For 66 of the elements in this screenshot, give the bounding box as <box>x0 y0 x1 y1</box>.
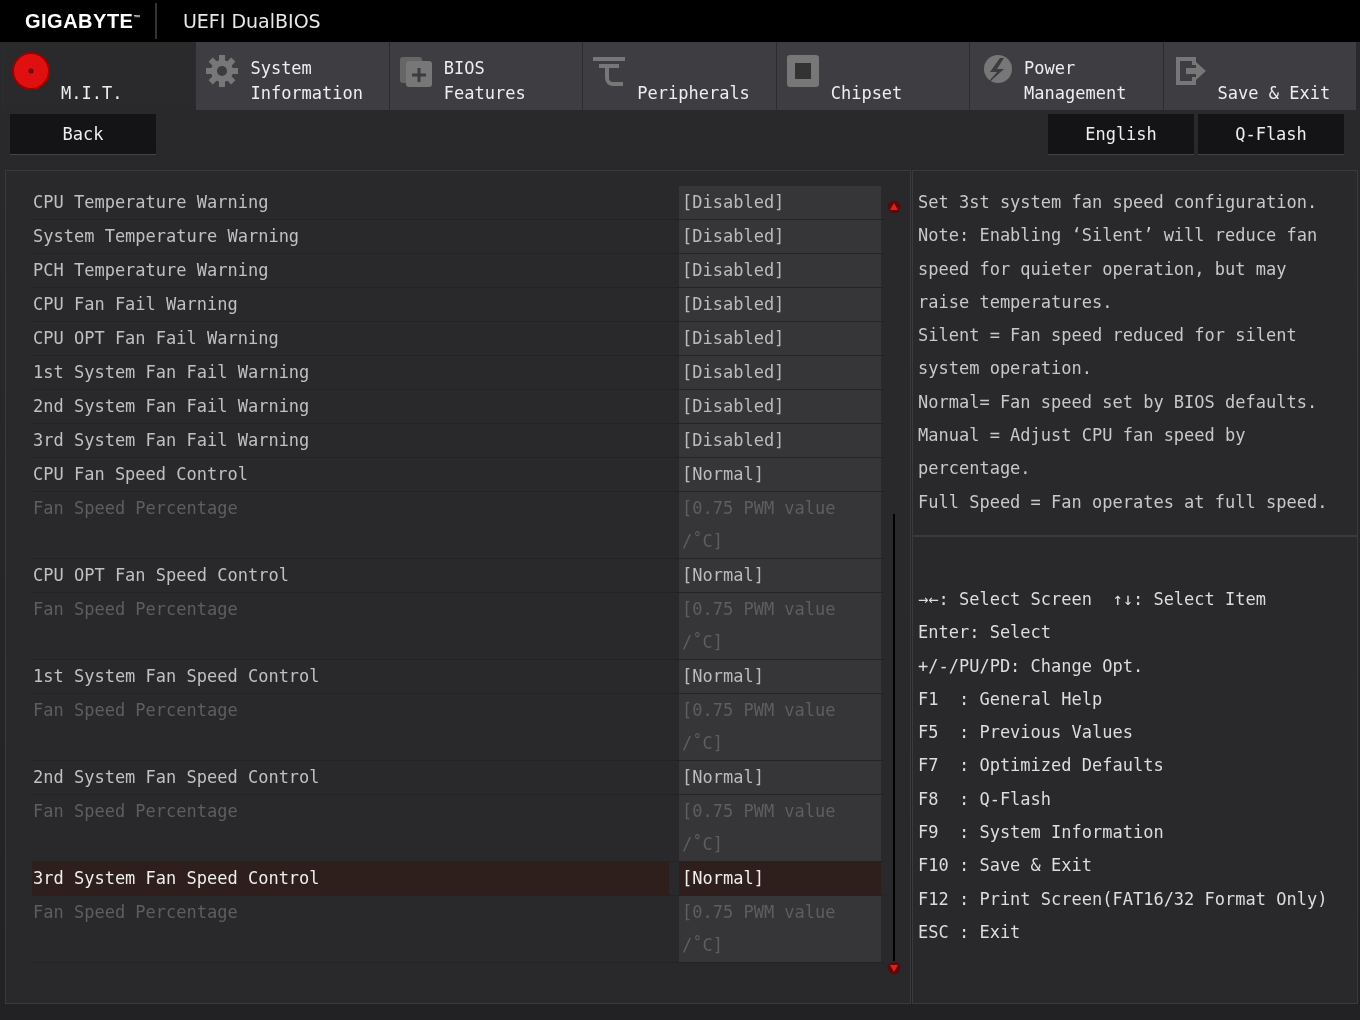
setting-value[interactable]: [Disabled] <box>679 220 881 253</box>
scroll-down-icon[interactable] <box>887 961 901 975</box>
setting-label[interactable]: CPU Fan Speed Control <box>32 458 669 491</box>
tab-label: M.I.T. <box>61 82 124 105</box>
help-text: Full Speed = Fan operates at full speed. <box>918 490 1329 514</box>
setting-label[interactable]: 3rd System Fan Fail Warning <box>32 424 669 457</box>
key-hint: F5 : Previous Values <box>918 721 1134 745</box>
tab-label: Power Management <box>1024 57 1128 105</box>
setting-value[interactable]: [Disabled] <box>679 322 881 355</box>
menu-tab[interactable]: Chipset <box>775 42 970 110</box>
setting-label[interactable]: 2nd System Fan Speed Control <box>32 761 669 794</box>
setting-value[interactable]: [Disabled] <box>679 254 881 287</box>
key-hint: F10 : Save & Exit <box>918 854 1093 878</box>
key-hint: +/-/PU/PD: Change Opt. <box>918 654 1145 678</box>
setting-value[interactable]: [Normal] <box>679 559 881 592</box>
setting-value[interactable]: [Normal] <box>679 862 881 895</box>
setting-value[interactable]: [Disabled] <box>679 390 881 423</box>
key-hint: F7 : Optimized Defaults <box>918 754 1165 778</box>
chip-icon <box>784 53 821 89</box>
setting-label[interactable]: 3rd System Fan Speed Control <box>32 862 669 895</box>
setting-value[interactable]: [Normal] <box>679 761 881 794</box>
window-title: UEFI DualBIOS <box>182 10 321 32</box>
help-text: Manual = Adjust CPU fan speed by percentage. <box>918 424 1247 481</box>
menu-tab[interactable]: Save & Exit <box>1162 42 1356 110</box>
key-hint: F1 : General Help <box>918 687 1104 711</box>
gear-icon <box>204 53 241 89</box>
setting-value[interactable]: [Disabled] <box>679 288 881 321</box>
tab-label: BIOS Features <box>443 57 527 105</box>
nav-button[interactable]: English <box>1048 114 1194 154</box>
setting-label[interactable]: System Temperature Warning <box>32 220 669 253</box>
brand-logo: GIGABYTE$^{™}$ <box>25 9 141 33</box>
setting-label[interactable]: 1st System Fan Speed Control <box>32 660 669 693</box>
nav-button[interactable]: Back <box>10 114 156 154</box>
help-text: Set 3st system fan speed configuration. <box>918 191 1319 214</box>
setting-value[interactable]: [Disabled] <box>679 424 881 457</box>
setting-label[interactable]: CPU OPT Fan Speed Control <box>32 559 669 592</box>
help-text: Normal= Fan speed set by BIOS defaults. <box>918 390 1319 414</box>
setting-value[interactable]: [Disabled] <box>679 186 881 219</box>
menu-tab[interactable]: BIOS Features <box>388 42 583 110</box>
key-hint: F9 : System Information <box>918 821 1165 845</box>
key-hint: →←: Select Screen ↑↓: Select Item <box>918 588 1267 611</box>
menu-tab[interactable]: System Information <box>195 42 389 110</box>
key-hint: ESC : Exit <box>918 920 1022 944</box>
help-text: Silent = Fan speed reduced for silent system operation. <box>918 324 1298 381</box>
setting-value[interactable]: [Disabled] <box>679 356 881 389</box>
setting-value[interactable]: [Normal] <box>679 660 881 693</box>
key-hint: Enter: Select <box>918 621 1053 645</box>
tab-label: Peripherals <box>637 82 751 105</box>
tab-label: System Information <box>250 57 364 105</box>
tab-label: Save & Exit <box>1217 82 1332 105</box>
help-text: Note: Enabling ‘Silent’ will reduce fan speed for quieter operation, but may raise temperatures. <box>918 224 1319 314</box>
target-icon <box>11 51 51 91</box>
setting-label[interactable]: 2nd System Fan Fail Warning <box>32 390 669 423</box>
menu-tab[interactable]: Peripherals <box>582 42 776 110</box>
setting-label[interactable]: CPU Temperature Warning <box>32 186 669 219</box>
scroll-up-icon[interactable] <box>887 200 901 214</box>
tab-label: Chipset <box>830 82 904 105</box>
setting-value[interactable]: [Normal] <box>679 458 881 491</box>
menu-tab[interactable]: Power Management <box>969 42 1163 110</box>
setting-label[interactable]: CPU OPT Fan Fail Warning <box>32 322 669 355</box>
key-hint: F8 : Q-Flash <box>918 787 1053 811</box>
setting-label[interactable]: CPU Fan Fail Warning <box>32 288 669 321</box>
setting-label[interactable]: PCH Temperature Warning <box>32 254 669 287</box>
nav-button[interactable]: Q-Flash <box>1198 114 1344 154</box>
key-hint: F12 : Print Screen(FAT16/32 Format Only) <box>918 887 1329 911</box>
setting-label[interactable]: 1st System Fan Fail Warning <box>32 356 669 389</box>
